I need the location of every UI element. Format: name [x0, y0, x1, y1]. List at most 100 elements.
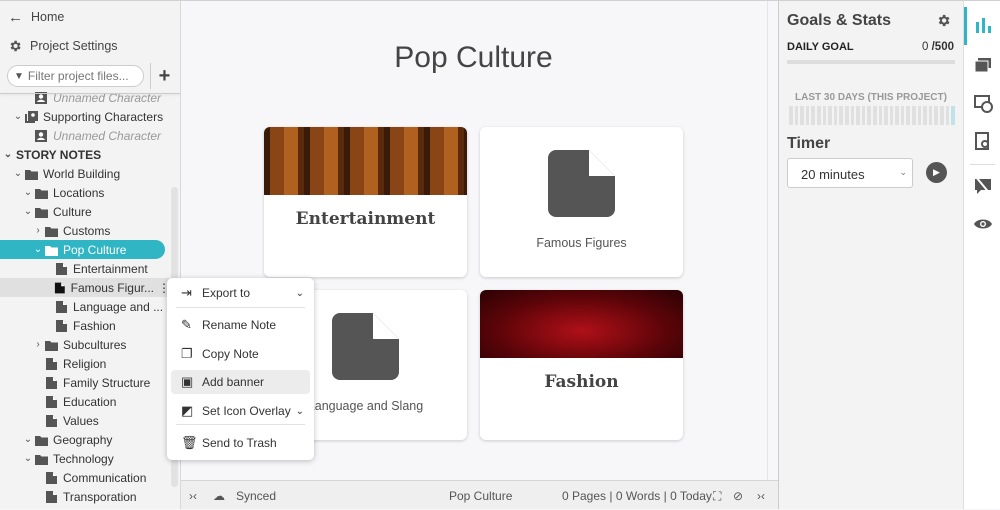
daily-goal-progress	[787, 60, 955, 64]
tree-item[interactable]: Values	[0, 411, 170, 430]
history-icon[interactable]	[973, 93, 993, 113]
last-30-label: LAST 30 DAYS (THIS PROJECT)	[795, 92, 947, 103]
doc-icon	[46, 414, 57, 427]
menu-item-export-to[interactable]: ⇥ Export to ⌄	[171, 281, 310, 305]
tree-folder[interactable]: ⌄ World Building	[0, 164, 170, 183]
folder-icon	[35, 454, 48, 465]
menu-item-label: Copy Note	[202, 347, 259, 361]
comments-off-icon[interactable]	[973, 176, 993, 196]
tree-folder[interactable]: ⌄ Pop Culture	[0, 240, 165, 259]
day-bar	[951, 106, 955, 125]
collapse-right-icon[interactable]: ›‹	[757, 489, 765, 503]
tree-item-label: Family Structure	[63, 375, 151, 390]
tree-item-label: Customs	[63, 223, 111, 238]
tree-item[interactable]: Family Structure	[0, 373, 170, 392]
folder-icon	[35, 435, 48, 446]
day-bar	[816, 106, 821, 125]
menu-item-set-icon-overlay[interactable]: ◩ Set Icon Overlay ⌄	[171, 399, 310, 423]
eye-icon[interactable]	[973, 214, 993, 234]
tree-folder[interactable]: › Customs	[0, 221, 170, 240]
card-famous-figures[interactable]: Famous Figures	[480, 127, 683, 277]
doc-icon	[46, 395, 57, 408]
tree-item-label: Locations	[53, 185, 105, 200]
tree-item-label: Famous Figur...	[70, 280, 154, 295]
active-indicator	[964, 7, 967, 45]
chevron-down-icon: ⌄	[899, 167, 907, 177]
tree-item[interactable]: Famous Figur... ⋮	[0, 278, 170, 297]
menu-item-send-to-trash[interactable]: 🗑 Send to Trash	[171, 431, 310, 455]
tree-item[interactable]: ⌄ Supporting Characters	[0, 107, 170, 126]
tree-item[interactable]: Unnamed Character	[0, 88, 170, 107]
chevron-right-icon[interactable]: ›	[33, 225, 43, 236]
chevron-down-icon: ⌄	[295, 405, 304, 417]
chevron-down-icon[interactable]: ⌄	[13, 111, 23, 122]
tree-folder[interactable]: ⌄ Locations	[0, 183, 170, 202]
eye-off-icon[interactable]: ⊘	[733, 489, 743, 503]
project-settings-link[interactable]: Project Settings	[8, 36, 118, 56]
gear-icon[interactable]	[936, 13, 951, 28]
chevron-down-icon[interactable]: ⌄	[23, 187, 33, 198]
timer-select[interactable]: 20 minutes ⌄	[787, 158, 913, 188]
menu-item-label: Add banner	[202, 375, 265, 389]
folder-icon	[25, 169, 38, 180]
chevron-right-icon[interactable]: ›	[33, 339, 43, 350]
tree-item[interactable]: Entertainment	[0, 259, 170, 278]
tree-item[interactable]: Communication	[0, 468, 170, 487]
chevron-down-icon[interactable]: ⌄	[23, 453, 33, 464]
tree-item[interactable]: Religion	[0, 354, 170, 373]
tree-item-label: Fashion	[73, 318, 116, 333]
day-bar	[923, 106, 927, 125]
icon-overlay-icon: ◩	[181, 403, 194, 418]
tree-item[interactable]: Transporation	[0, 487, 170, 506]
tree-item[interactable]: Language and ...	[0, 297, 170, 316]
tree-item[interactable]: Fashion	[0, 316, 170, 335]
day-bar	[828, 106, 832, 125]
copy-icon: ❐	[181, 346, 193, 361]
add-file-button[interactable]: +	[150, 63, 178, 89]
chevron-down-icon[interactable]: ⌄	[33, 244, 43, 255]
goals-panel: Goals & Stats DAILY GOAL 0 /500 LAST 30 …	[778, 0, 963, 509]
tree-item[interactable]: Education	[0, 392, 170, 411]
tree-folder[interactable]: ⌄ Geography	[0, 430, 170, 449]
card-entertainment[interactable]: Entertainment	[264, 127, 467, 277]
tree-item-label: Supporting Characters	[43, 109, 164, 124]
trash-icon: 🗑	[181, 435, 198, 450]
tree-item-label: Geography	[53, 432, 113, 447]
day-bar	[895, 106, 899, 125]
chevron-down-icon[interactable]: ⌄	[23, 206, 33, 217]
folder-icon	[45, 340, 58, 351]
main-scrollbar[interactable]	[767, 1, 778, 481]
day-bar	[867, 106, 871, 125]
stats-icon[interactable]	[973, 16, 993, 36]
cards-icon[interactable]	[973, 55, 993, 75]
tree-section-heading[interactable]: ⌄ STORY NOTES	[0, 145, 170, 164]
tree-folder[interactable]: › Subcultures	[0, 335, 170, 354]
doc-icon	[56, 300, 67, 313]
menu-item-add-banner[interactable]: ▣ Add banner	[171, 370, 310, 394]
tree-item-label: Technology	[53, 451, 114, 466]
tree-item[interactable]: Unnamed Character	[0, 126, 170, 145]
chevron-down-icon[interactable]: ⌄	[23, 434, 33, 445]
chevron-down-icon[interactable]: ⌄	[3, 149, 13, 160]
chevron-down-icon[interactable]: ⌄	[13, 168, 23, 179]
filter-input[interactable]	[27, 69, 138, 83]
tree-item-label: Transporation	[63, 489, 137, 504]
menu-item-rename-note[interactable]: ✎ Rename Note	[171, 313, 310, 337]
chevron-down-icon: ⌄	[295, 287, 304, 299]
home-link[interactable]: ← Home	[8, 7, 64, 27]
fullscreen-icon[interactable]: ⛶	[713, 489, 721, 504]
search-notes-icon[interactable]	[973, 131, 993, 151]
doc-icon	[56, 319, 67, 332]
day-bar	[906, 106, 911, 125]
sidebar: ← Home Project Settings ▼ + Unnamed Char…	[0, 0, 181, 509]
play-timer-button[interactable]: ▶	[926, 162, 947, 183]
day-bar	[805, 106, 810, 125]
tree-item-label: Language and ...	[73, 299, 164, 314]
menu-item-label: Export to	[202, 286, 251, 300]
card-fashion[interactable]: Fashion	[480, 290, 683, 440]
collapse-left-icon[interactable]: ›‹	[189, 489, 197, 503]
tree-folder[interactable]: ⌄ Culture	[0, 202, 170, 221]
tree-folder[interactable]: ⌄ Technology	[0, 449, 170, 468]
doc-icon	[46, 471, 57, 484]
menu-item-copy-note[interactable]: ❐ Copy Note	[171, 342, 310, 366]
